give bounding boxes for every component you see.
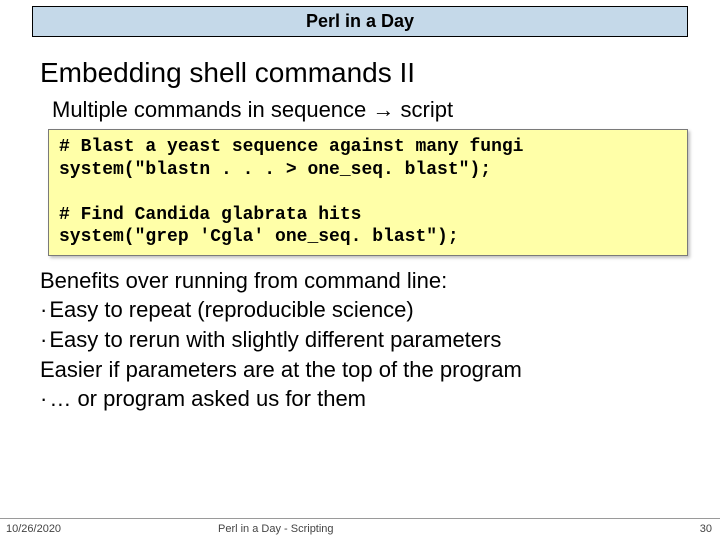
code-line: # Find Candida glabrata hits xyxy=(59,205,361,225)
footer-title: Perl in a Day - Scripting xyxy=(218,523,334,535)
body-text: Benefits over running from command line:… xyxy=(40,266,720,414)
code-line: # Blast a yeast sequence against many fu… xyxy=(59,137,523,157)
code-block: # Blast a yeast sequence against many fu… xyxy=(48,129,688,256)
body-line: … or program asked us for them xyxy=(40,384,720,414)
footer-page-number: 30 xyxy=(700,523,712,535)
body-line: Benefits over running from command line: xyxy=(40,266,720,296)
subheading: Multiple commands in sequence → script xyxy=(52,97,720,123)
body-line: Easy to rerun with slightly different pa… xyxy=(40,325,720,355)
slide-footer: 10/26/2020 Perl in a Day - Scripting 30 xyxy=(0,518,720,540)
footer-date: 10/26/2020 xyxy=(6,523,61,535)
section-heading: Embedding shell commands II xyxy=(40,57,720,89)
slide-title: Perl in a Day xyxy=(306,11,414,31)
code-line: system("blastn . . . > one_seq. blast"); xyxy=(59,160,491,180)
body-line: Easy to repeat (reproducible science) xyxy=(40,295,720,325)
code-line: system("grep 'Cgla' one_seq. blast"); xyxy=(59,227,459,247)
slide-title-bar: Perl in a Day xyxy=(32,6,688,37)
body-line: Easier if parameters are at the top of t… xyxy=(40,355,720,385)
